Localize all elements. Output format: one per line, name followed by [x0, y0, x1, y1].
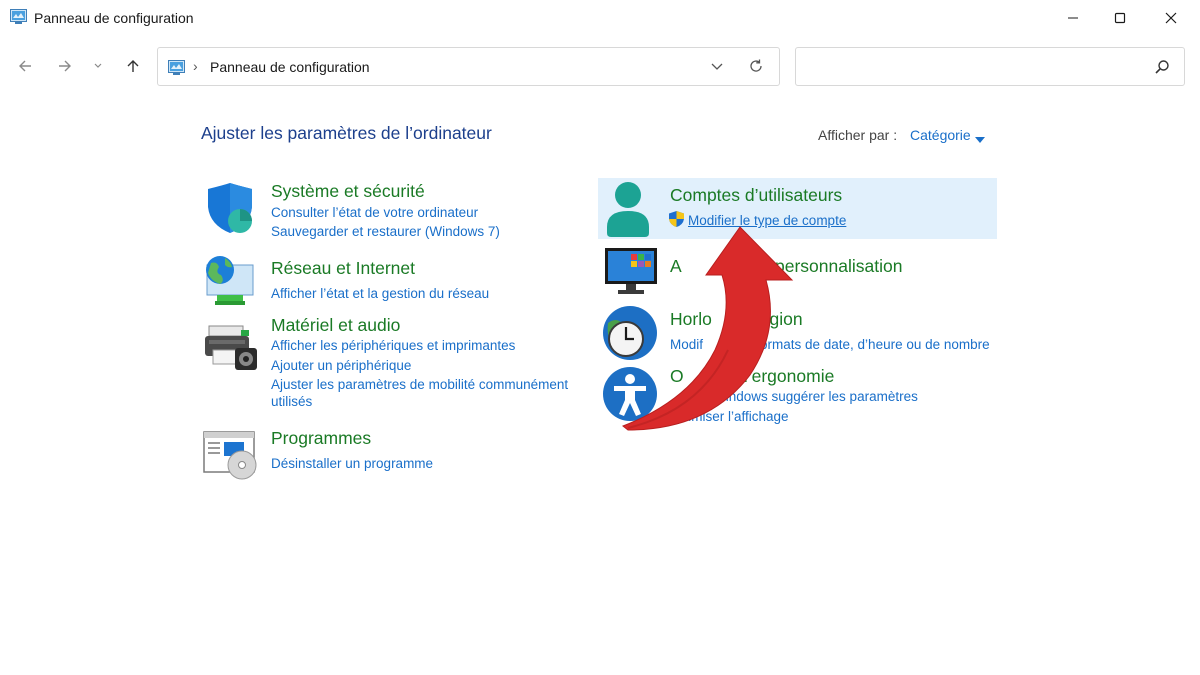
close-button[interactable] [1148, 0, 1194, 36]
minimize-button[interactable] [1050, 0, 1096, 36]
breadcrumb-separator-icon: › [193, 58, 198, 74]
curved-arrow-annotation [600, 215, 800, 440]
category-title-comptes[interactable]: Comptes d’utilisateurs [670, 185, 842, 206]
search-box[interactable] [795, 47, 1185, 86]
page-title: Ajuster les paramètres de l’ordinateur [201, 123, 492, 143]
arrow-right-icon [59, 60, 71, 72]
view-by-label: Afficher par : [818, 127, 898, 143]
view-by-dropdown[interactable]: Catégorie [910, 127, 971, 143]
link-desinstaller[interactable]: Désinstaller un programme [271, 456, 433, 471]
link-sauvegarder[interactable]: Sauvegarder et restaurer (Windows 7) [271, 224, 500, 239]
close-icon [1165, 12, 1177, 24]
recent-locations-button[interactable] [86, 52, 110, 80]
caret-down-icon[interactable] [975, 131, 985, 149]
refresh-button[interactable] [748, 58, 764, 79]
refresh-icon [750, 59, 762, 72]
category-title-materiel[interactable]: Matériel et audio [271, 315, 400, 336]
link-etat-reseau[interactable]: Afficher l’état et la gestion du réseau [271, 286, 489, 301]
printer-icon[interactable] [203, 322, 259, 377]
address-bar[interactable]: › Panneau de configuration [157, 47, 780, 86]
search-icon[interactable] [1154, 59, 1170, 80]
link-ajouter-peripherique[interactable]: Ajouter un périphérique [271, 358, 411, 373]
chevron-down-icon [711, 63, 723, 70]
up-button[interactable] [119, 52, 147, 80]
address-dropdown-button[interactable] [709, 58, 725, 79]
network-globe-icon[interactable] [203, 253, 257, 312]
control-panel-icon [168, 60, 185, 80]
category-title-reseau[interactable]: Réseau et Internet [271, 258, 415, 279]
search-input[interactable] [804, 56, 1144, 78]
link-consulter-etat[interactable]: Consulter l’état de votre ordinateur [271, 205, 478, 220]
minimize-icon [1068, 17, 1078, 19]
shield-icon[interactable] [204, 183, 256, 240]
arrow-left-icon [19, 60, 31, 72]
maximize-button[interactable] [1097, 0, 1143, 36]
chevron-down-icon [94, 63, 102, 68]
link-peripheriques[interactable]: Afficher les périphériques et imprimante… [271, 338, 515, 353]
category-title-systeme[interactable]: Système et sécurité [271, 181, 425, 202]
maximize-icon [1114, 12, 1126, 24]
arrow-up-icon [127, 60, 139, 72]
control-panel-icon [10, 9, 27, 24]
back-button[interactable] [11, 52, 39, 80]
category-title-programmes[interactable]: Programmes [271, 428, 371, 449]
title-bar: Panneau de configuration [0, 0, 1200, 36]
window-title: Panneau de configuration [34, 10, 194, 26]
programs-disc-icon[interactable] [202, 429, 258, 486]
link-mobilite[interactable]: Ajuster les paramètres de mobilité commu… [271, 377, 568, 392]
breadcrumb-path[interactable]: Panneau de configuration [210, 59, 370, 75]
link-mobilite-cont[interactable]: utilisés [271, 394, 312, 409]
forward-button[interactable] [51, 52, 79, 80]
